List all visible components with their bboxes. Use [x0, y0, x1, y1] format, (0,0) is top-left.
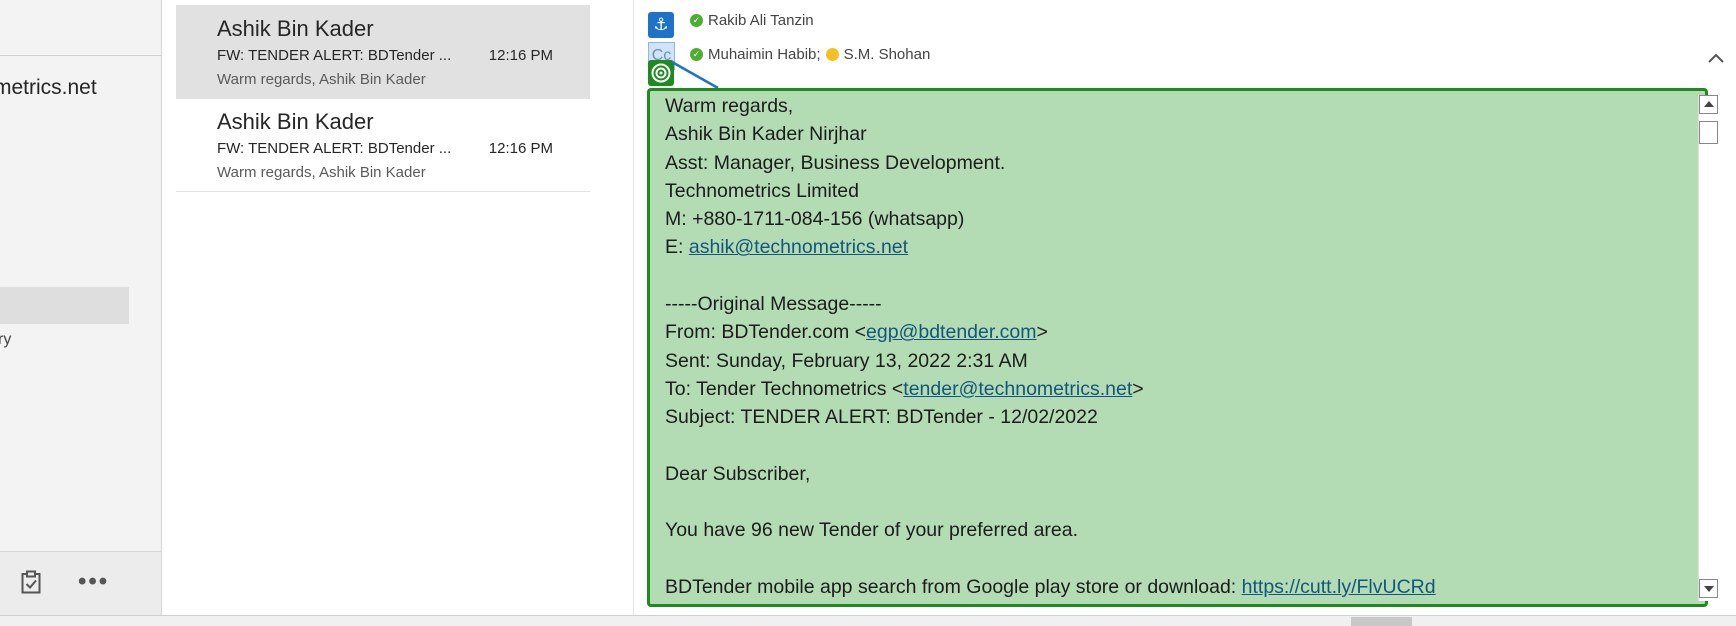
reading-pane: ⚓ Cc ✓ Rakib Ali Tanzin ✓ Muhaimin Habib… — [634, 0, 1736, 615]
body-greeting: Dear Subscriber, — [665, 462, 811, 485]
to-suffix: > — [1132, 377, 1144, 400]
scroll-thumb[interactable] — [1699, 121, 1718, 144]
app-text: BDTender mobile app search from Google p… — [665, 576, 1242, 599]
from-suffix: > — [1036, 321, 1048, 344]
scroll-up-button[interactable] — [1699, 95, 1718, 114]
original-message-header: -----Original Message----- — [665, 293, 882, 316]
vertical-scrollbar[interactable] — [1698, 95, 1718, 601]
message-time: 12:16 PM — [488, 47, 553, 64]
status-bar — [0, 615, 1736, 626]
original-sent-line: Sent: Sunday, February 13, 2022 2:31 AM — [665, 349, 1028, 372]
message-time: 12:16 PM — [488, 140, 553, 157]
folder-pane: metrics.net ry ••• — [0, 0, 162, 616]
folder-divider — [0, 55, 161, 56]
message-subject: FW: TENDER ALERT: BDTender ... — [217, 47, 452, 64]
account-name[interactable]: metrics.net — [0, 76, 97, 100]
to-prefix: To: Tender Technometrics < — [665, 377, 904, 400]
app-download-link[interactable]: https://cutt.ly/FlvUCRd — [1242, 576, 1436, 598]
app-download-line: BDTender mobile app search from Google p… — [665, 573, 1436, 601]
folder-item[interactable]: ry — [0, 331, 11, 349]
recipient-name[interactable]: Rakib Ali Tanzin — [708, 12, 814, 29]
message-body: Warm regards, Ashik Bin Kader Nirjhar As… — [647, 88, 1708, 607]
presence-available-icon: ✓ — [690, 14, 703, 27]
folder-item-selected[interactable] — [0, 287, 129, 324]
chevron-up-icon[interactable] — [1707, 52, 1725, 64]
message-preview: Warm regards, Ashik Bin Kader — [217, 164, 426, 181]
list-item[interactable]: Ashik Bin Kader FW: TENDER ALERT: BDTend… — [176, 98, 590, 192]
to-email-link[interactable]: tender@technometrics.net — [903, 378, 1132, 400]
original-to-line: To: Tender Technometrics <tender@technom… — [665, 375, 1436, 403]
message-list: Ashik Bin Kader FW: TENDER ALERT: BDTend… — [162, 0, 634, 615]
signature-email-link[interactable]: ashik@technometrics.net — [689, 236, 908, 258]
from-email-link[interactable]: egp@bdtender.com — [866, 321, 1037, 343]
target-icon[interactable] — [648, 60, 674, 86]
signature-email-prefix: E: — [665, 236, 689, 259]
message-sender: Ashik Bin Kader — [217, 109, 374, 134]
arrow-down-icon — [1704, 586, 1714, 592]
tasks-icon[interactable] — [21, 570, 41, 594]
message-sender: Ashik Bin Kader — [217, 16, 374, 41]
body-message: You have 96 new Tender of your preferred… — [665, 519, 1079, 542]
signature-title: Asst: Manager, Business Development. — [665, 151, 1006, 174]
presence-away-icon — [825, 48, 839, 61]
message-subject: FW: TENDER ALERT: BDTender ... — [217, 140, 452, 157]
original-from-line: From: BDTender.com <egp@bdtender.com> — [665, 318, 1436, 346]
scroll-down-button[interactable] — [1699, 579, 1718, 598]
message-body-text: Warm regards, Ashik Bin Kader Nirjhar As… — [665, 92, 1436, 601]
signature-email-line: E: ashik@technometrics.net — [665, 233, 1436, 261]
to-recipients: ✓ Rakib Ali Tanzin — [690, 12, 814, 29]
more-options-icon[interactable]: ••• — [78, 570, 109, 594]
presence-available-icon: ✓ — [690, 48, 703, 61]
recipient-name[interactable]: S.M. Shohan — [844, 46, 931, 63]
recipient-name[interactable]: Muhaimin Habib; — [708, 46, 821, 63]
body-closing: Warm regards, — [665, 95, 794, 117]
message-preview: Warm regards, Ashik Bin Kader — [217, 71, 426, 88]
from-prefix: From: BDTender.com < — [665, 321, 867, 344]
arrow-up-icon — [1704, 101, 1714, 107]
signature-mobile: M: +880-1711-084-156 (whatsapp) — [665, 208, 965, 231]
anchor-icon[interactable]: ⚓ — [648, 12, 674, 38]
original-subject-line: Subject: TENDER ALERT: BDTender - 12/02/… — [665, 406, 1098, 429]
cc-recipients: ✓ Muhaimin Habib; S.M. Shohan — [690, 46, 930, 63]
list-item[interactable]: Ashik Bin Kader FW: TENDER ALERT: BDTend… — [176, 5, 590, 99]
signature-name: Ashik Bin Kader Nirjhar — [665, 123, 867, 146]
signature-company: Technometrics Limited — [665, 179, 859, 202]
